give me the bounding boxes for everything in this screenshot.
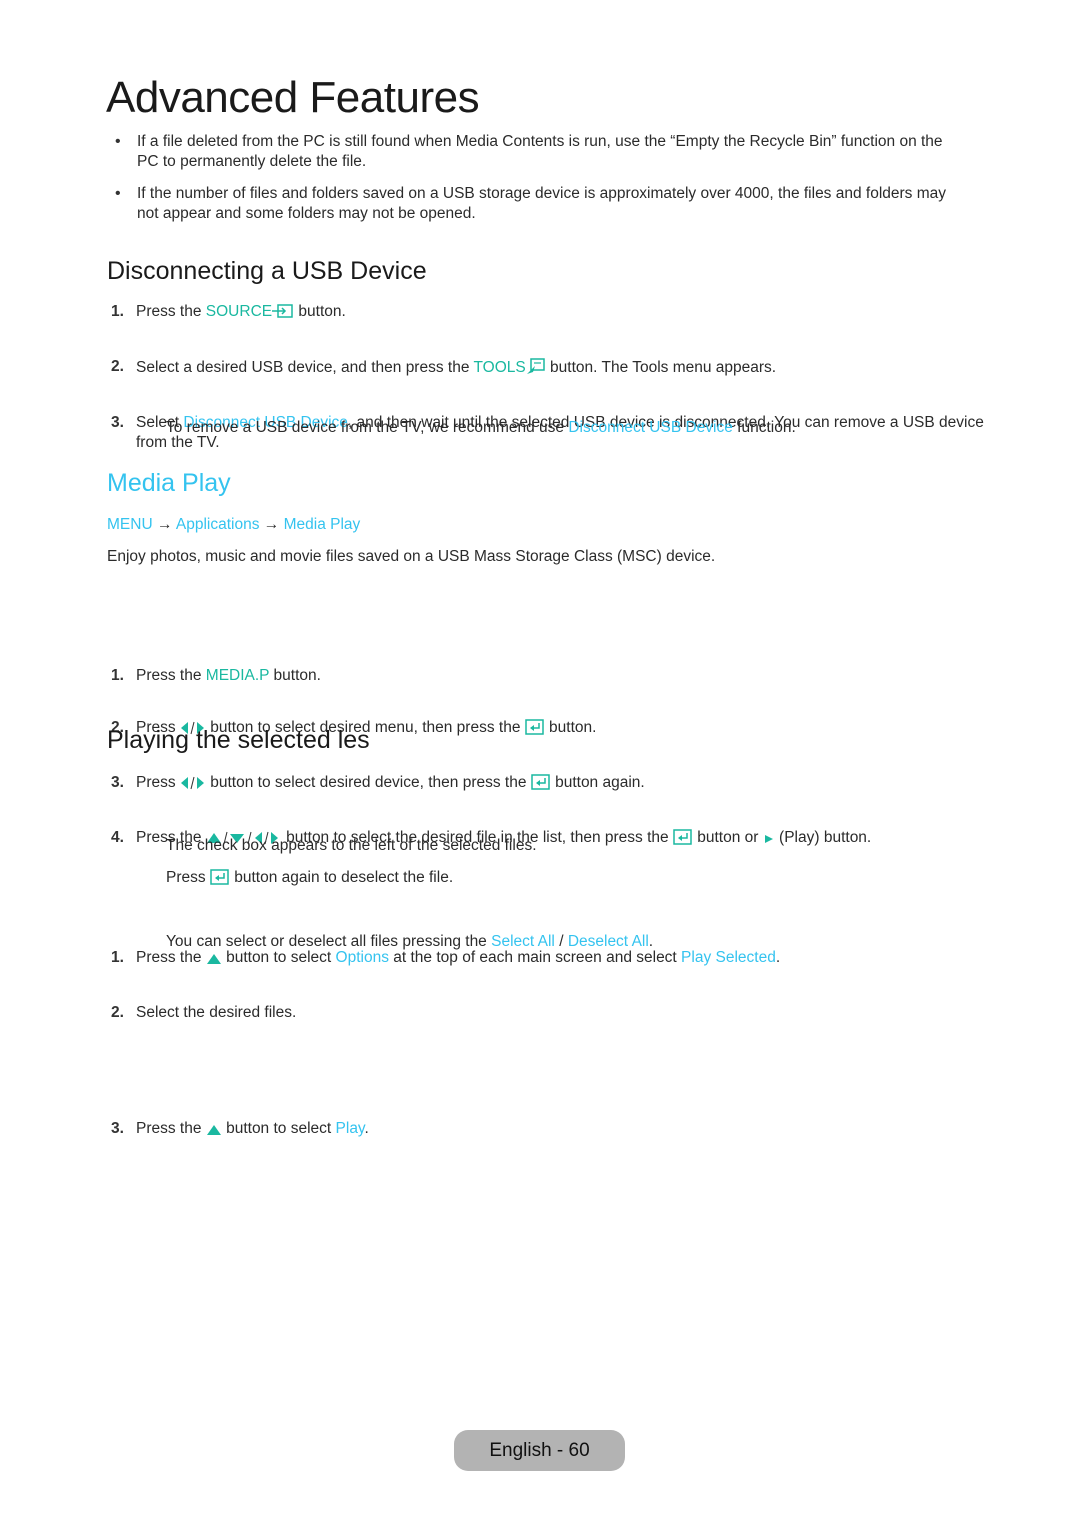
step-text: button again.: [550, 774, 645, 791]
disconnect-section: Disconnecting a USB Device: [107, 257, 967, 286]
step-text: button.: [294, 303, 346, 320]
section-heading-media-play: Media Play: [107, 469, 231, 497]
note-text: button again to deselect the file.: [229, 869, 454, 886]
deselect-all-link: Deselect All: [567, 933, 649, 950]
step-text: Select a desired USB device, and then pr…: [136, 359, 474, 376]
playing-note-1: The check box appears to the left of the…: [166, 837, 537, 854]
note-text: You can select or deselect all files pre…: [166, 933, 492, 950]
step-text: Press the: [136, 303, 206, 320]
note-text: Press: [166, 869, 210, 886]
step-text: button. The Tools menu appears.: [545, 359, 777, 376]
step-number: 1.: [111, 303, 124, 320]
playing-note-2: Press button again to deselect the file.: [107, 868, 1026, 891]
note-text: To remove a USB device from the TV, we r…: [166, 419, 569, 436]
note-text: function.: [732, 419, 796, 436]
disconnect-step-2: 2. Select a desired USB device, and then…: [107, 357, 996, 381]
left-right-arrow-icon: [180, 776, 206, 796]
menu-path: MENU → Applications → Media Play: [107, 515, 967, 535]
page-title: Advanced Features: [106, 73, 480, 122]
menu-path-media-play: Media Play: [283, 516, 361, 533]
step-number: 3.: [111, 1120, 124, 1137]
notes-list: If a file deleted from the PC is still f…: [107, 132, 967, 236]
step-number: 1.: [111, 667, 124, 684]
step-number: 3.: [111, 774, 124, 791]
bullet-item: If the number of files and folders saved…: [107, 184, 967, 224]
select-all-link: Select All: [491, 933, 555, 950]
step-text: Press the: [136, 667, 206, 684]
tools-key-label: TOOLS: [473, 359, 526, 376]
note-text: .: [648, 933, 654, 950]
bullet-item: If a file deleted from the PC is still f…: [107, 132, 967, 172]
playing-step-3: 3. Press the button to select Play.: [107, 1119, 996, 1142]
disconnect-usb-device-link: Disconnect USB Device: [568, 419, 733, 436]
step-text: button to select desired device, then pr…: [205, 774, 531, 791]
tools-icon: [526, 357, 546, 381]
disconnect-note: To remove a USB device from the TV, we r…: [107, 418, 1026, 438]
separator: /: [554, 933, 568, 950]
up-arrow-icon: [206, 1122, 222, 1142]
arrow-icon: →: [156, 516, 173, 533]
menu-path-menu: MENU: [107, 516, 153, 533]
arrow-icon: →: [263, 516, 280, 533]
playing-step-2: 2. Select the desired files.: [107, 1003, 996, 1023]
step-text: Select the desired files.: [136, 1004, 297, 1021]
disconnect-step-1: 1. Press the SOURCE button.: [107, 302, 996, 325]
step-text: Press the: [136, 1120, 206, 1137]
media-p-key-label: MEDIA.P: [205, 667, 270, 684]
step-number: 2.: [111, 358, 124, 375]
page-number-badge: English - 60: [454, 1430, 625, 1471]
source-key-label: SOURCE: [205, 303, 273, 320]
play-link: Play: [335, 1120, 365, 1137]
step-text: button.: [269, 667, 321, 684]
up-arrow-icon: [206, 951, 222, 971]
media-step-3: 3. Press button to select desired device…: [107, 773, 996, 796]
source-icon: [272, 303, 294, 325]
media-play-section: Media Play: [107, 469, 967, 498]
playing-note-3: You can select or deselect all files pre…: [107, 932, 1026, 952]
menu-path-applications: Applications: [175, 516, 260, 533]
step-text: .: [364, 1120, 369, 1137]
playing-section: Playing the selected les: [107, 726, 967, 755]
enter-icon: [210, 869, 230, 891]
media-step-1: 1. Press the MEDIA.P button.: [107, 666, 996, 686]
step-text: Press: [136, 774, 180, 791]
media-play-intro: Enjoy photos, music and movie files save…: [107, 548, 716, 565]
section-heading-disconnect: Disconnecting a USB Device: [107, 257, 427, 285]
step-number: 2.: [111, 1004, 124, 1021]
section-heading-playing: Playing the selected les: [107, 726, 370, 754]
enter-icon: [531, 774, 551, 796]
step-text: button to select: [221, 1120, 336, 1137]
